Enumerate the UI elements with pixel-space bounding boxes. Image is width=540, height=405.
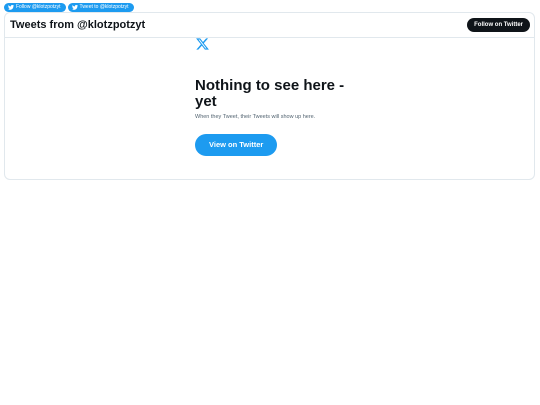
follow-pill-button[interactable]: Follow @klotzpotzyt xyxy=(4,3,66,12)
tweet-pill-label: Tweet to @klotzpotzyt xyxy=(79,4,129,10)
view-on-twitter-button[interactable]: View on Twitter xyxy=(195,134,278,156)
tweet-pill-button[interactable]: Tweet to @klotzpotzyt xyxy=(67,3,134,12)
twitter-bird-icon xyxy=(8,5,14,10)
timeline-title: Tweets from @klotzpotzyt xyxy=(10,19,146,31)
timeline-header: Tweets from @klotzpotzyt Follow on Twitt… xyxy=(5,13,534,38)
empty-state: Nothing to see here - yet When they Twee… xyxy=(195,37,345,156)
x-logo-icon xyxy=(196,38,209,50)
empty-subtitle: When they Tweet, their Tweets will show … xyxy=(195,114,316,120)
share-buttons: Follow @klotzpotzyt Tweet to @klotzpotzy… xyxy=(4,3,134,12)
follow-on-twitter-button[interactable]: Follow on Twitter xyxy=(467,18,530,32)
empty-title: Nothing to see here - yet xyxy=(195,77,345,110)
twitter-bird-icon xyxy=(71,5,78,10)
follow-pill-label: Follow @klotzpotzyt xyxy=(16,4,61,10)
